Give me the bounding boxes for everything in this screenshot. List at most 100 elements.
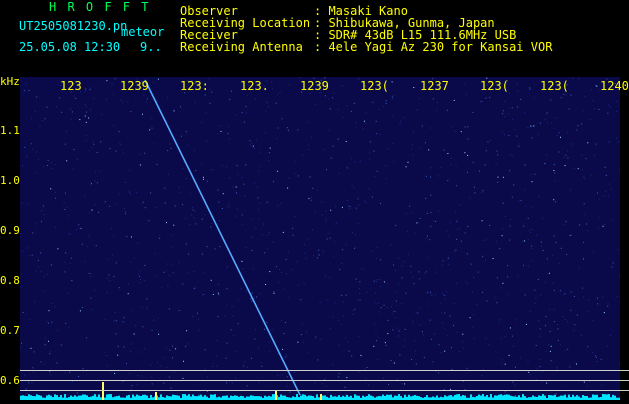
noise-pixel <box>33 371 35 373</box>
noise-pixel <box>351 184 353 186</box>
noise-pixel <box>275 266 277 268</box>
noise-pixel <box>567 132 569 134</box>
noise-pixel <box>616 100 618 102</box>
signal-bar <box>188 394 190 400</box>
noise-pixel <box>514 129 516 131</box>
noise-pixel <box>357 79 359 81</box>
noise-pixel <box>602 225 604 227</box>
noise-pixel <box>40 252 42 254</box>
noise-pixel <box>616 296 618 298</box>
noise-pixel <box>266 248 268 250</box>
noise-pixel <box>473 314 475 316</box>
noise-pixel <box>354 247 356 249</box>
noise-pixel <box>218 294 220 296</box>
noise-pixel <box>94 204 96 206</box>
noise-pixel <box>212 169 214 171</box>
noise-pixel <box>391 81 393 83</box>
signal-bar <box>60 395 62 400</box>
noise-pixel <box>227 133 229 135</box>
noise-pixel <box>354 308 356 310</box>
signal-bar <box>612 394 614 400</box>
noise-pixel <box>50 162 52 164</box>
noise-pixel <box>66 206 68 208</box>
noise-pixel <box>513 184 515 186</box>
noise-pixel <box>203 272 205 274</box>
noise-pixel <box>466 171 468 173</box>
noise-pixel <box>231 382 233 384</box>
noise-pixel <box>201 218 203 220</box>
noise-pixel <box>355 246 357 248</box>
noise-pixel <box>495 297 497 299</box>
noise-pixel <box>292 234 294 236</box>
noise-pixel <box>85 88 87 90</box>
noise-pixel <box>564 293 566 295</box>
signal-bar <box>388 394 390 400</box>
noise-pixel <box>550 99 552 101</box>
noise-pixel <box>448 235 450 237</box>
noise-pixel <box>258 218 260 220</box>
noise-pixel <box>242 268 244 270</box>
noise-pixel <box>576 314 578 316</box>
noise-pixel <box>352 310 354 311</box>
noise-pixel <box>144 264 146 266</box>
noise-pixel <box>418 271 420 273</box>
noise-pixel <box>32 367 34 369</box>
noise-pixel <box>234 351 236 353</box>
noise-pixel <box>173 110 175 112</box>
spectrogram <box>20 77 621 400</box>
noise-pixel <box>233 334 235 336</box>
noise-pixel <box>540 241 542 243</box>
noise-pixel <box>313 254 314 256</box>
signal-bar <box>20 395 22 400</box>
noise-pixel <box>570 234 572 236</box>
signal-bar <box>460 396 462 400</box>
noise-pixel <box>504 134 506 136</box>
noise-pixel <box>438 372 440 374</box>
noise-pixel <box>563 223 564 225</box>
noise-pixel <box>219 125 221 127</box>
noise-pixel <box>425 197 427 199</box>
noise-pixel <box>435 293 437 295</box>
noise-pixel <box>340 323 342 325</box>
noise-pixel <box>393 160 395 162</box>
noise-pixel <box>243 365 245 367</box>
noise-pixel <box>581 123 583 125</box>
x-tick-label: 1239 <box>300 79 329 93</box>
noise-pixel <box>137 242 139 244</box>
noise-pixel <box>442 260 444 262</box>
noise-pixel <box>40 361 42 363</box>
noise-pixel <box>252 268 254 270</box>
signal-bar <box>484 396 486 400</box>
noise-pixel <box>469 197 471 199</box>
noise-pixel <box>243 183 245 185</box>
noise-pixel <box>418 98 420 100</box>
noise-pixel <box>260 202 262 204</box>
noise-pixel <box>412 131 414 133</box>
signal-bar <box>166 395 168 400</box>
noise-pixel <box>329 277 331 278</box>
y-tick-label: 0.6 <box>0 374 20 387</box>
noise-pixel <box>472 291 473 293</box>
noise-pixel <box>228 206 230 208</box>
noise-pixel <box>89 181 91 183</box>
noise-pixel <box>553 289 555 291</box>
signal-bar <box>362 395 364 400</box>
noise-pixel <box>194 210 196 212</box>
noise-pixel <box>560 136 561 138</box>
noise-pixel <box>251 250 253 251</box>
signal-bar <box>414 394 416 400</box>
noise-pixel <box>472 326 474 328</box>
noise-pixel <box>73 149 75 150</box>
noise-pixel <box>35 223 37 225</box>
signal-bar <box>540 395 542 400</box>
noise-pixel <box>430 176 432 178</box>
noise-pixel <box>430 127 432 129</box>
noise-pixel <box>555 201 556 203</box>
noise-pixel <box>391 115 393 117</box>
noise-pixel <box>416 109 418 111</box>
noise-pixel <box>216 365 218 367</box>
noise-pixel <box>524 164 526 166</box>
noise-pixel <box>473 338 475 340</box>
noise-pixel <box>202 176 204 178</box>
noise-pixel <box>286 385 288 387</box>
